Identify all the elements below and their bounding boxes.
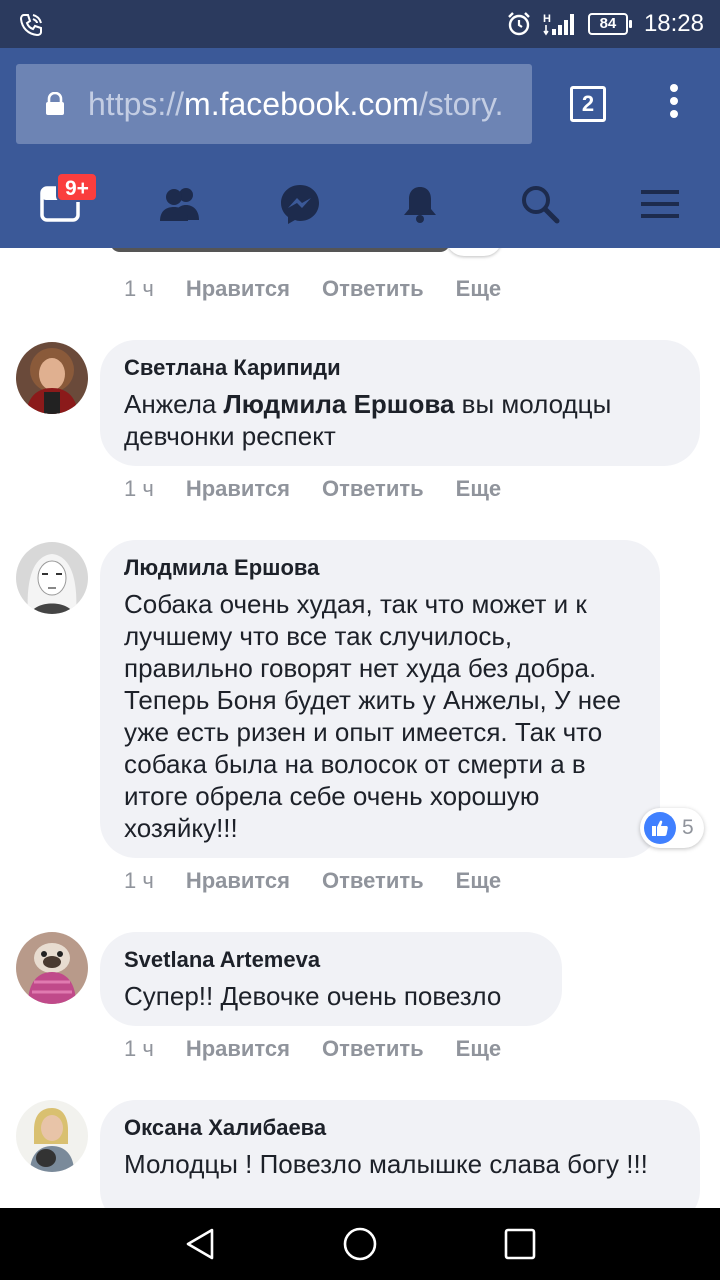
comment-author[interactable]: Светлана Карипиди [124, 354, 676, 382]
comment-actions: 1 ч Нравится Ответить Еще [124, 866, 501, 896]
avatar[interactable] [16, 342, 88, 414]
menu-icon [641, 190, 679, 218]
facebook-nav-bar: 9+ [0, 160, 720, 248]
comment-time[interactable]: 1 ч [124, 476, 154, 502]
more-link[interactable]: Еще [456, 1036, 501, 1062]
reply-link[interactable]: Ответить [322, 868, 424, 894]
nav-friends-button[interactable] [120, 160, 240, 248]
nav-notifications-button[interactable] [360, 160, 480, 248]
mentioned-user[interactable]: Людмила Ершова [224, 389, 455, 419]
nav-search-button[interactable] [480, 160, 600, 248]
reply-link[interactable]: Ответить [322, 1036, 424, 1062]
browser-menu-button[interactable] [664, 84, 684, 124]
reaction-count: 5 [682, 816, 694, 839]
previous-reaction-badge [446, 248, 502, 256]
friends-icon [160, 188, 199, 221]
comment-bubble: Оксана Халибаева Молодцы ! Повезло малыш… [100, 1100, 700, 1208]
avatar[interactable] [16, 932, 88, 1004]
url-host: m.facebook.com [184, 86, 419, 122]
comment-time[interactable]: 1 ч [124, 868, 154, 894]
comment-author[interactable]: Людмила Ершова [124, 554, 636, 582]
comment-bubble: Светлана Карипиди Анжела Людмила Ершова … [100, 340, 700, 466]
like-link[interactable]: Нравится [186, 1036, 290, 1062]
more-link[interactable]: Еще [456, 276, 501, 302]
comment-time[interactable]: 1 ч [124, 276, 154, 302]
status-clock: 18:28 [643, 10, 704, 37]
like-link[interactable]: Нравится [186, 868, 290, 894]
wifi-calling-icon [19, 14, 42, 37]
recents-icon[interactable] [500, 1224, 540, 1264]
like-link[interactable]: Нравится [186, 476, 290, 502]
more-link[interactable]: Еще [456, 476, 501, 502]
browser-toolbar: https://m.facebook.com/story. 2 [0, 48, 720, 160]
messenger-icon [281, 185, 319, 224]
comment-actions: 1 ч Нравится Ответить Еще [124, 274, 501, 304]
like-link[interactable]: Нравится [186, 276, 290, 302]
comments-list: 1 ч Нравится Ответить Еще Светлана Карип… [0, 248, 720, 1208]
back-icon[interactable] [180, 1224, 220, 1264]
dot-icon [670, 84, 678, 92]
comment-actions: 1 ч Нравится Ответить Еще [124, 474, 501, 504]
network-type: H [543, 13, 551, 25]
comment-text: Собака очень худая, так что может и к лу… [124, 589, 622, 843]
url-text: https://m.facebook.com/story. [88, 84, 504, 124]
comment-author[interactable]: Оксана Халибаева [124, 1114, 676, 1142]
comment-bubble: Людмила Ершова Собака очень худая, так ч… [100, 540, 660, 858]
more-link[interactable]: Еще [456, 868, 501, 894]
comment-actions: 1 ч Нравится Ответить Еще [124, 1034, 501, 1064]
comment-text-part: Анжела [124, 389, 224, 419]
bell-icon [404, 187, 436, 223]
comment-time[interactable]: 1 ч [124, 1036, 154, 1062]
battery-indicator: 84 [587, 13, 632, 35]
reply-link[interactable]: Ответить [322, 476, 424, 502]
comment-author[interactable]: Svetlana Artemeva [124, 946, 538, 974]
dot-icon [670, 97, 678, 105]
url-scheme: https:// [88, 86, 185, 122]
dot-icon [670, 110, 678, 118]
signal-icon: H [543, 13, 574, 36]
comment-text: Анжела Людмила Ершова вы молодцы девчонк… [124, 388, 676, 452]
comment-text: Супер!! Девочке очень повезло [124, 981, 502, 1011]
reply-link[interactable]: Ответить [322, 276, 424, 302]
avatar[interactable] [16, 542, 88, 614]
search-icon [522, 186, 560, 224]
previous-attachment [110, 248, 450, 252]
home-icon[interactable] [340, 1224, 380, 1264]
notifications-badge: 9+ [56, 172, 98, 202]
comment-bubble: Svetlana Artemeva Супер!! Девочке очень … [100, 932, 562, 1026]
comment-text: Молодцы ! Повезло малышке слава богу !!! [124, 1149, 648, 1179]
address-bar[interactable]: https://m.facebook.com/story. [16, 64, 532, 144]
alarm-icon [508, 12, 530, 36]
avatar[interactable] [16, 1100, 88, 1172]
status-bar: H 84 18:28 [0, 0, 720, 48]
nav-messenger-button[interactable] [240, 160, 360, 248]
nav-feed-button[interactable]: 9+ [0, 160, 120, 248]
android-navigation-bar [0, 1208, 720, 1280]
lock-icon [46, 92, 64, 115]
like-reaction-icon [644, 812, 676, 844]
nav-menu-button[interactable] [600, 160, 720, 248]
url-path: /story. [418, 86, 504, 122]
reactions-badge[interactable]: 5 [640, 808, 704, 848]
tab-switcher-button[interactable]: 2 [570, 86, 606, 122]
